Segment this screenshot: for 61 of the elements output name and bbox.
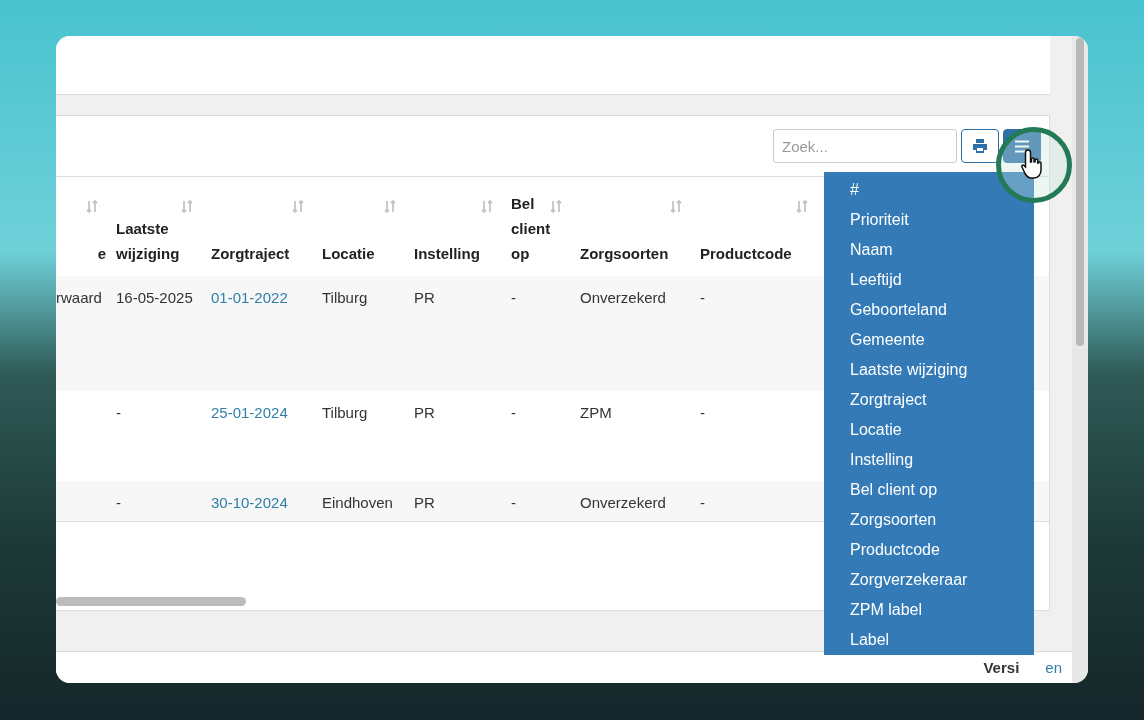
scrollbar-thumb[interactable]	[1076, 38, 1084, 346]
sort-icon[interactable]	[384, 200, 396, 213]
search-field[interactable]: Zoek...	[773, 129, 957, 163]
menu-item[interactable]: Zorgverzekeraar	[824, 565, 1034, 595]
menu-item[interactable]: Zorgtraject	[824, 385, 1034, 415]
sort-icon[interactable]	[550, 200, 562, 213]
menu-item[interactable]: ZPM label	[824, 595, 1034, 625]
sort-icon[interactable]	[292, 200, 304, 213]
table-cell: -	[511, 494, 516, 511]
menu-item[interactable]: Instelling	[824, 445, 1034, 475]
table-cell: -	[700, 404, 705, 421]
print-button[interactable]	[961, 129, 999, 163]
table-cell: PR	[414, 289, 435, 306]
table-cell: PR	[414, 494, 435, 511]
scrollbar-thumb[interactable]	[56, 597, 246, 606]
column-header[interactable]: Bel client op	[505, 177, 574, 276]
sort-icon[interactable]	[481, 200, 493, 213]
table-cell: -	[511, 404, 516, 421]
date-link[interactable]: 01-01-2022	[211, 289, 288, 306]
menu-item[interactable]: Geboorteland	[824, 295, 1034, 325]
table-cell: rwaard	[56, 289, 102, 306]
table-cell: Tilburg	[322, 289, 368, 306]
menu-item[interactable]: Prioriteit	[824, 205, 1034, 235]
date-link[interactable]: 25-01-2024	[211, 404, 288, 421]
menu-icon	[1014, 139, 1030, 153]
table-cell: -	[116, 494, 121, 511]
sort-icon[interactable]	[670, 200, 682, 213]
table-cell: ZPM	[580, 404, 612, 421]
menu-item[interactable]: Gemeente	[824, 325, 1034, 355]
menu-item[interactable]: Locatie	[824, 415, 1034, 445]
table-cell: -	[700, 289, 705, 306]
sort-icon[interactable]	[86, 200, 98, 213]
column-header[interactable]: Productcode	[694, 177, 820, 276]
sort-icon[interactable]	[181, 200, 193, 213]
column-header[interactable]: Zorgsoorten	[574, 177, 694, 276]
table-cell: Eindhoven	[322, 494, 393, 511]
table-cell: Onverzekerd	[580, 494, 666, 511]
table-cell: -	[116, 404, 121, 421]
version-label: Versi	[983, 659, 1020, 676]
table-cell: PR	[414, 404, 435, 421]
table-cell: -	[700, 494, 705, 511]
menu-item[interactable]: Leeftijd	[824, 265, 1034, 295]
footer-link[interactable]: en	[1045, 659, 1062, 676]
column-header[interactable]: Instelling	[408, 177, 505, 276]
menu-item[interactable]: Zorgsoorten	[824, 505, 1034, 535]
printer-icon	[972, 139, 988, 153]
column-header[interactable]: Laatste wijziging	[110, 177, 205, 276]
column-header[interactable]: Zorgtraject	[205, 177, 316, 276]
column-header[interactable]: e	[56, 177, 110, 276]
table-cell: 16-05-2025	[116, 289, 193, 306]
menu-item[interactable]: Productcode	[824, 535, 1034, 565]
table-cell: -	[511, 289, 516, 306]
table-cell: Tilburg	[322, 404, 368, 421]
menu-item[interactable]: Bel client op	[824, 475, 1034, 505]
column-header[interactable]: Locatie	[316, 177, 408, 276]
table-cell: Onverzekerd	[580, 289, 666, 306]
sort-icon[interactable]	[796, 200, 808, 213]
date-link[interactable]: 30-10-2024	[211, 494, 288, 511]
menu-item[interactable]: Label	[824, 625, 1034, 655]
menu-item[interactable]: Laatste wijziging	[824, 355, 1034, 385]
menu-item[interactable]: Naam	[824, 235, 1034, 265]
